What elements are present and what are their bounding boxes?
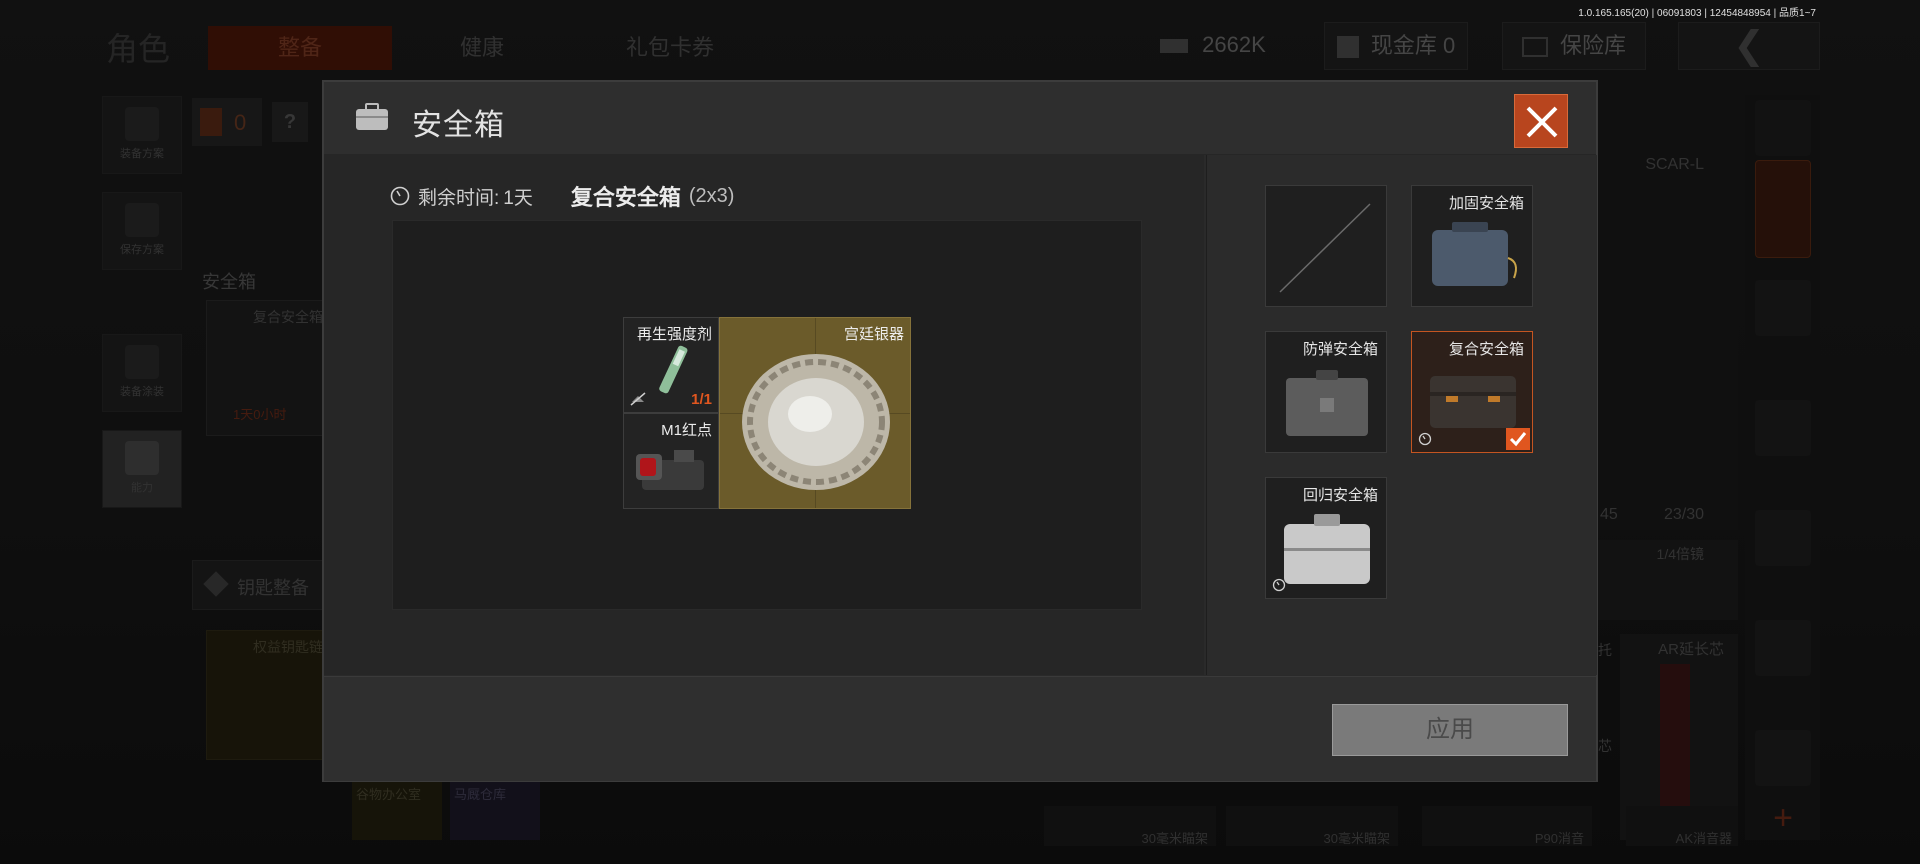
case-slot-reinforced-label: 加固安全箱 (1448, 195, 1524, 212)
modal-header: 安全箱 (324, 82, 1596, 155)
case-slot-bulletproof[interactable]: 防弹安全箱 (1265, 331, 1387, 453)
case-slot-bulletproof-label: 防弹安全箱 (1302, 341, 1378, 358)
item-m1-red-dot-name: M1红点 (661, 422, 712, 439)
bulletproof-case-icon (1286, 370, 1368, 436)
case-selection-pane: 加固安全箱 防弹安全箱 复合安全箱 回归安全箱 (1206, 155, 1597, 675)
modal-title: 安全箱 (412, 109, 505, 142)
item-regen-stim-count: 1/1 (691, 391, 712, 408)
case-slot-return[interactable]: 回归安全箱 (1265, 477, 1387, 599)
remaining-time-label: 剩余时间: (418, 187, 500, 209)
case-slot-reinforced[interactable]: 加固安全箱 (1411, 185, 1533, 307)
close-icon (1526, 106, 1558, 138)
timer-icon (1272, 578, 1286, 592)
case-name: 复合安全箱 (570, 185, 681, 210)
case-slot-empty[interactable] (1265, 185, 1387, 307)
composite-case-icon (1430, 376, 1516, 428)
item-regen-stim[interactable]: 再生强度剂 1/1 (623, 317, 719, 413)
case-slot-composite-label: 复合安全箱 (1448, 341, 1524, 358)
remaining-time-value: 1天 (503, 187, 533, 209)
reinforced-case-icon (1432, 222, 1517, 286)
red-dot-sight-icon (636, 450, 704, 490)
no-weight-icon (630, 392, 646, 406)
briefcase-icon (356, 103, 388, 130)
item-palace-silverware[interactable]: 宫廷银器 (719, 317, 911, 509)
return-case-icon (1284, 514, 1370, 584)
item-palace-silverware-name: 宫廷银器 (843, 326, 904, 343)
close-button[interactable] (1514, 94, 1568, 148)
case-info-row: 剩余时间: 1天 复合安全箱 (2x3) (390, 180, 734, 212)
case-slot-return-label: 回归安全箱 (1302, 487, 1378, 504)
checkmark-icon (1506, 428, 1530, 450)
timer-icon (1418, 432, 1432, 446)
item-m1-red-dot[interactable]: M1红点 (623, 413, 719, 509)
safebox-modal: 安全箱 剩余时间: 1天 复合安全箱 (2x3) 再生强度剂 1/1 M1红点 … (322, 80, 1598, 782)
clock-icon (390, 186, 410, 206)
case-size: (2x3) (688, 184, 735, 207)
version-text: 1.0.165.165(20) | 06091803 | 12454848954… (1578, 8, 1816, 19)
empty-slot-line (1279, 203, 1371, 293)
case-slot-composite[interactable]: 复合安全箱 (1411, 331, 1533, 453)
case-grid-area: 再生强度剂 1/1 M1红点 宫廷银器 (392, 220, 1142, 610)
silver-plate-icon (742, 354, 890, 490)
apply-button[interactable]: 应用 (1332, 704, 1568, 756)
